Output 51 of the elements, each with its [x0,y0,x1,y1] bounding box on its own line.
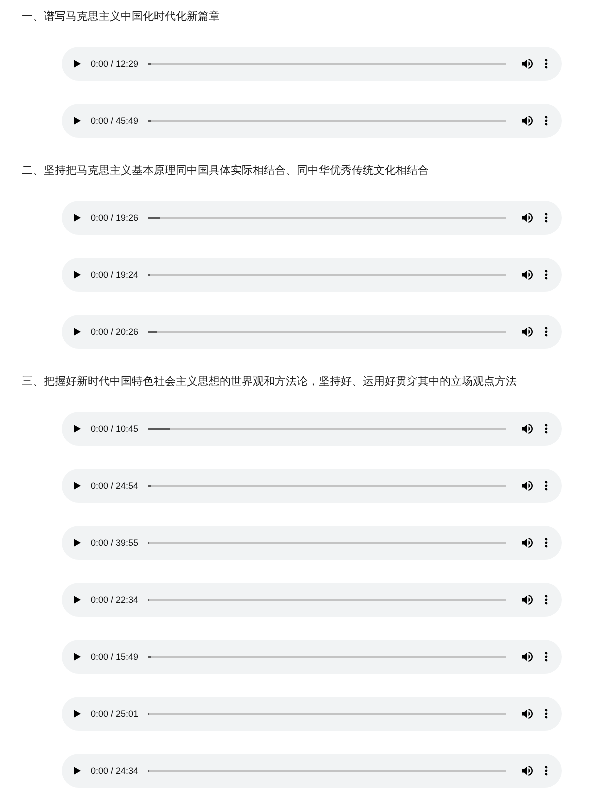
time-display: 0:00 / 19:24 [91,269,139,281]
volume-icon[interactable] [522,481,533,491]
volume-icon[interactable] [522,213,533,223]
volume-icon[interactable] [522,766,533,776]
volume-icon[interactable] [522,595,533,605]
more-options-icon[interactable] [545,59,548,69]
time-display: 0:00 / 15:49 [91,651,139,663]
time-display: 0:00 / 24:34 [91,765,139,777]
time-display: 0:00 / 10:45 [91,423,139,435]
volume-icon[interactable] [522,116,533,126]
section-heading: 二、坚持把马克思主义基本原理同中国具体实际相结合、同中华优秀传统文化相结合 [22,164,429,179]
section-heading: 一、谱写马克思主义中国化时代化新篇章 [22,10,220,25]
play-icon[interactable] [74,214,81,222]
time-display: 0:00 / 25:01 [91,708,139,720]
play-icon[interactable] [74,117,81,125]
volume-icon[interactable] [522,424,533,434]
more-options-icon[interactable] [545,116,548,126]
time-display: 0:00 / 45:49 [91,115,139,127]
more-options-icon[interactable] [545,595,548,605]
time-display: 0:00 / 39:55 [91,537,139,549]
more-options-icon[interactable] [545,213,548,223]
play-icon[interactable] [74,653,81,661]
time-display: 0:00 / 20:26 [91,326,139,338]
more-options-icon[interactable] [545,481,548,491]
time-display: 0:00 / 19:26 [91,212,139,224]
more-options-icon[interactable] [545,766,548,776]
play-icon[interactable] [74,539,81,547]
volume-icon[interactable] [522,709,533,719]
time-display: 0:00 / 12:29 [91,58,139,70]
play-icon[interactable] [74,271,81,279]
play-icon[interactable] [74,482,81,490]
section-heading: 三、把握好新时代中国特色社会主义思想的世界观和方法论，坚持好、运用好贯穿其中的立场观点方法 [22,374,517,390]
more-options-icon[interactable] [545,424,548,434]
play-icon[interactable] [74,710,81,718]
more-options-icon[interactable] [545,270,548,280]
play-icon[interactable] [74,767,81,775]
time-display: 0:00 / 24:54 [91,480,139,492]
volume-icon[interactable] [522,538,533,548]
more-options-icon[interactable] [545,327,548,337]
volume-icon[interactable] [522,59,533,69]
more-options-icon[interactable] [545,538,548,548]
more-options-icon[interactable] [545,652,548,662]
more-options-icon[interactable] [545,709,548,719]
time-display: 0:00 / 22:34 [91,594,139,606]
volume-icon[interactable] [522,652,533,662]
play-icon[interactable] [74,596,81,604]
play-icon[interactable] [74,425,81,433]
volume-icon[interactable] [522,270,533,280]
play-icon[interactable] [74,328,81,336]
volume-icon[interactable] [522,327,533,337]
play-icon[interactable] [74,60,81,68]
